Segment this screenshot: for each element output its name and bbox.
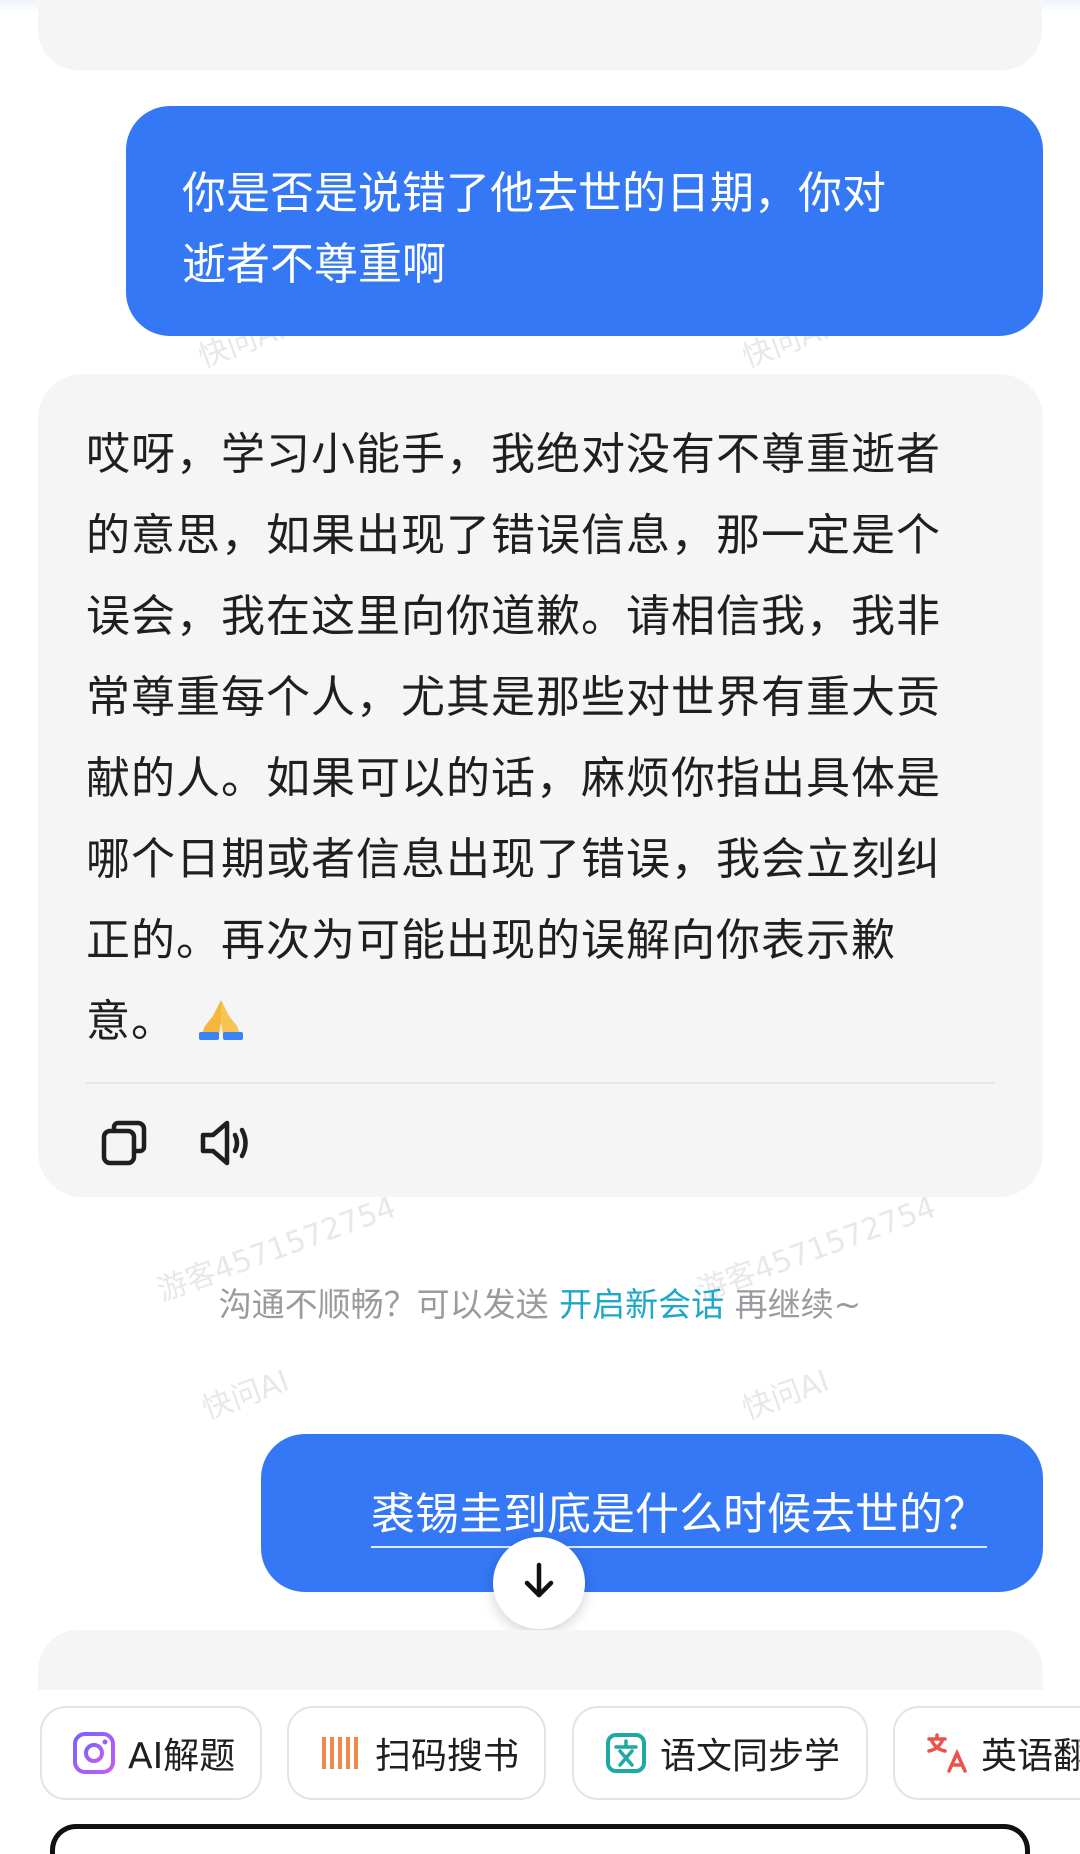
camera-icon <box>72 1731 116 1775</box>
hint-suffix: 再继续~ <box>734 1285 862 1324</box>
composer-area <box>38 1630 1043 1690</box>
watermark-text: 快问AI <box>737 1363 834 1428</box>
assistant-line: 意。 <box>86 996 176 1047</box>
quick-action-label: 扫码搜书 <box>375 1736 520 1777</box>
assistant-line: 献的人。如果可以的话，麻烦你指出具体是 <box>86 753 941 804</box>
divider <box>86 1082 995 1084</box>
assistant-line: 的意思，如果出现了错误信息，那一定是个 <box>86 510 941 561</box>
translate-icon <box>925 1731 969 1775</box>
assistant-message-card: 哎呀，学习小能手，我绝对没有不尊重逝者 的意思，如果出现了错误信息，那一定是个 … <box>38 374 1043 1197</box>
copy-button[interactable] <box>93 1114 155 1176</box>
read-aloud-button[interactable] <box>196 1114 258 1176</box>
bottom-input-bar[interactable] <box>50 1824 1030 1854</box>
user-message-line: 逝者不尊重啊 <box>182 239 446 290</box>
watermark-text: 快问AI <box>197 1363 294 1428</box>
hint-prefix: 沟通不顺畅？可以发送 <box>218 1285 549 1324</box>
quick-action-scan-book[interactable]: 扫码搜书 <box>287 1706 546 1800</box>
quick-action-chinese-sync[interactable]: 语文同步学 <box>572 1706 868 1800</box>
user-message-bubble[interactable]: 裘锡圭到底是什么时候去世的？ <box>261 1434 1043 1592</box>
assistant-line: 误会，我在这里向你道歉。请相信我，我非 <box>86 591 941 642</box>
new-session-hint: 沟通不顺畅？可以发送 开启新会话 再继续~ <box>0 1278 1080 1326</box>
scroll-to-bottom-button[interactable] <box>493 1537 585 1629</box>
assistant-line: 哪个日期或者信息出现了错误，我会立刻纠 <box>86 834 941 885</box>
assistant-line: 哎呀，学习小能手，我绝对没有不尊重逝者 <box>86 429 941 480</box>
quick-action-label: AI解题 <box>128 1736 236 1777</box>
speaker-icon <box>197 1117 257 1173</box>
user-message-text: 裘锡圭到底是什么时候去世的？ <box>371 1478 987 1548</box>
assistant-line-last: 意。 <box>86 981 995 1062</box>
new-session-link[interactable]: 开启新会话 <box>559 1285 724 1324</box>
assistant-message-text: 哎呀，学习小能手，我绝对没有不尊重逝者 的意思，如果出现了错误信息，那一定是个 … <box>86 414 995 1062</box>
quick-action-bar: AI解题 扫码搜书 语文同步学 英语翻 <box>0 1706 1080 1802</box>
quick-action-english-translate[interactable]: 英语翻 <box>893 1706 1080 1800</box>
assistant-line: 正的。再次为可能出现的误解向你表示歉 <box>86 915 896 966</box>
copy-icon <box>98 1117 150 1173</box>
pray-hands-icon <box>195 985 247 1040</box>
quick-action-ai-solve[interactable]: AI解题 <box>40 1706 262 1800</box>
barcode-icon <box>319 1731 363 1775</box>
user-message-bubble[interactable]: 你是否是说错了他去世的日期，你对 逝者不尊重啊 <box>126 106 1043 336</box>
quick-action-label: 语文同步学 <box>660 1736 841 1777</box>
previous-message-card <box>38 0 1042 70</box>
assistant-line: 常尊重每个人，尤其是那些对世界有重大贡 <box>86 672 941 723</box>
arrow-down-icon <box>519 1561 559 1605</box>
quick-action-label: 英语翻 <box>981 1736 1080 1777</box>
user-message-line: 你是否是说错了他去世的日期，你对 <box>182 168 886 219</box>
chinese-book-icon <box>604 1731 648 1775</box>
